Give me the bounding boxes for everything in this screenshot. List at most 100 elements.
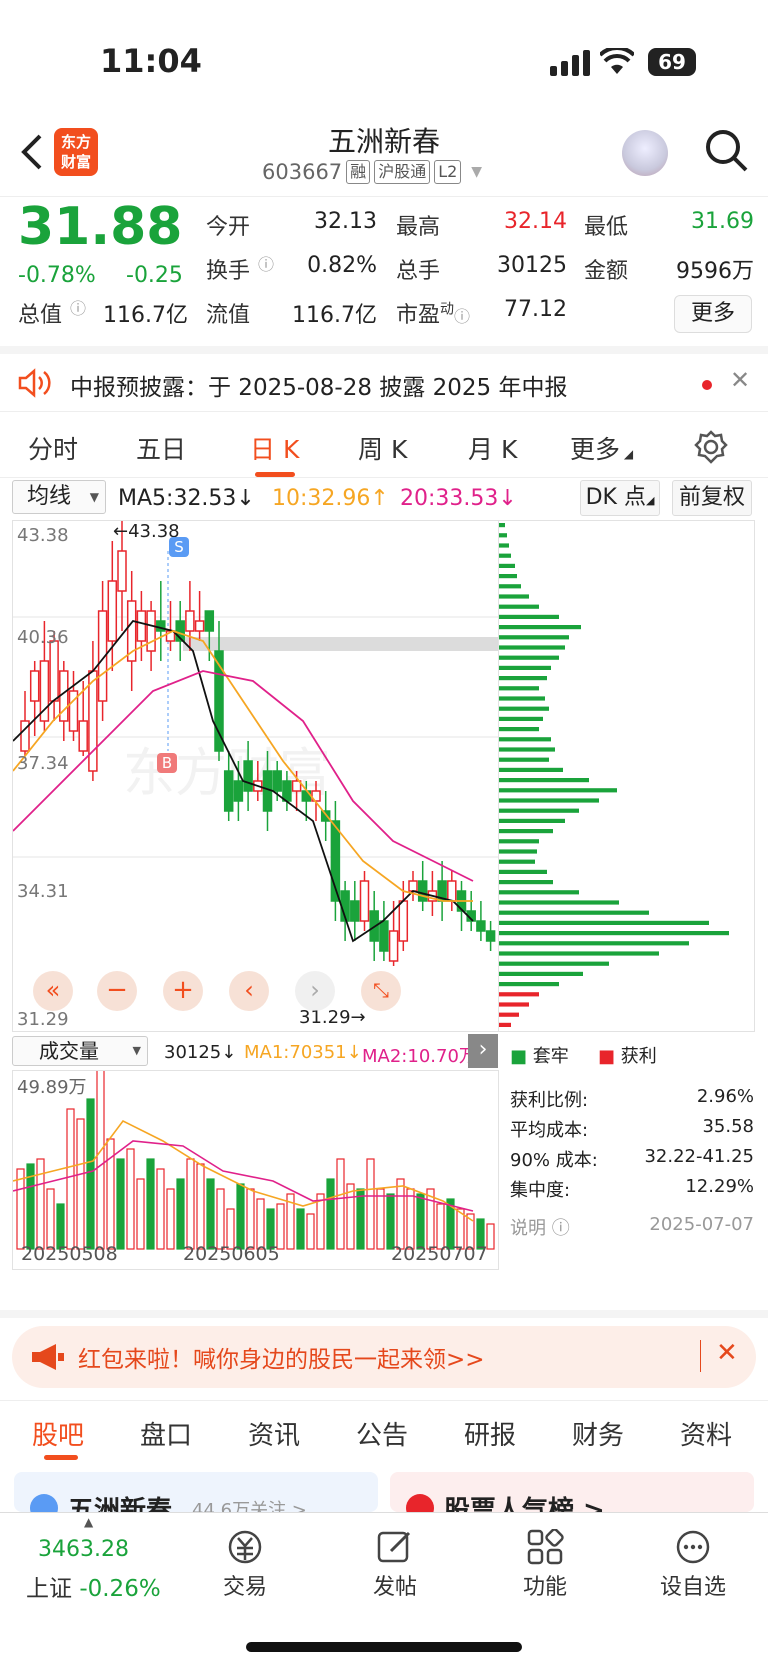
tab-guba[interactable]: 股吧 xyxy=(32,1415,84,1452)
stock-code-line[interactable]: 603667 融 沪股通 L2 ▼ xyxy=(262,160,482,184)
nav-add-watchlist[interactable]: 设自选 xyxy=(648,1519,738,1601)
candle-body xyxy=(476,920,486,932)
info-icon[interactable]: ⓘ xyxy=(454,307,470,326)
tab-monthly-k[interactable]: 月 K xyxy=(468,430,517,466)
candle-body xyxy=(350,900,360,922)
assistant-avatar[interactable] xyxy=(622,130,668,176)
volume-bar xyxy=(326,1178,335,1250)
candle-body xyxy=(320,810,331,822)
buy-marker[interactable]: B xyxy=(157,753,177,773)
chip-bar xyxy=(499,849,537,854)
chip-bar xyxy=(499,696,545,701)
chip-bar xyxy=(499,951,659,956)
notice-bar[interactable]: 中报预披露：于 2025-08-28 披露 2025 年中报 ✕ xyxy=(0,346,768,412)
tab-research[interactable]: 研报 xyxy=(464,1415,516,1452)
tab-weekly-k[interactable]: 周 K xyxy=(358,430,407,466)
chip-bar xyxy=(499,900,619,905)
volume-current: 30125↓ xyxy=(164,1042,237,1063)
popularity-card[interactable]: 股票人气榜 > xyxy=(390,1472,754,1512)
scroll-left-button[interactable]: ‹ xyxy=(229,971,269,1011)
chip-bar xyxy=(499,543,509,548)
open-value: 32.13 xyxy=(314,209,377,234)
kline-svg[interactable]: 东方财富 xyxy=(12,521,498,1031)
cost-90-row: 90% 成本: 32.22-41.25 xyxy=(510,1146,754,1171)
tab-news[interactable]: 资讯 xyxy=(248,1415,300,1452)
candle-body xyxy=(359,880,370,922)
tab-finance[interactable]: 财务 xyxy=(572,1415,624,1452)
chip-bar xyxy=(499,574,517,579)
kline-chart[interactable]: 东方财富 43.38 40.36 37.34 34.31 31.29 ←43.3… xyxy=(12,520,499,1032)
nav-trade[interactable]: 交易 xyxy=(200,1519,290,1601)
fullscreen-icon[interactable]: ⤡ xyxy=(361,971,401,1011)
chip-bar xyxy=(499,880,553,885)
tab-profile[interactable]: 资料 xyxy=(680,1415,732,1452)
volume-bar xyxy=(396,1178,405,1250)
nav-post[interactable]: 发帖 xyxy=(350,1519,440,1601)
scroll-right-button[interactable]: › xyxy=(295,971,335,1011)
chip-note-row[interactable]: 说明 ⓘ 2025-07-07 xyxy=(510,1214,754,1240)
concentration-row: 集中度: 12.29% xyxy=(510,1176,754,1201)
volume-bar xyxy=(486,1223,495,1250)
corner-arrow-icon: ◢ xyxy=(620,447,634,461)
tab-daily-k[interactable]: 日 K xyxy=(250,430,299,466)
index-line[interactable]: 上证 -0.26% xyxy=(26,1569,161,1603)
volume-bar xyxy=(336,1158,345,1250)
high-label: 最高 xyxy=(396,215,441,240)
tab-intraday[interactable]: 分时 xyxy=(28,430,78,466)
tab-five-day[interactable]: 五日 xyxy=(136,430,186,466)
candle-body xyxy=(136,610,147,642)
expand-indicator-button[interactable]: › xyxy=(468,1034,498,1068)
resistance-band xyxy=(183,637,498,651)
volume-bar xyxy=(166,1188,175,1250)
zoom-out-button[interactable]: − xyxy=(97,971,137,1011)
date-label-3: 20250707 xyxy=(391,1243,488,1265)
more-button[interactable]: 更多 xyxy=(674,295,752,333)
volume-bar xyxy=(156,1168,165,1250)
edit-icon xyxy=(377,1531,411,1563)
ma20-value: 20:33.53↓ xyxy=(400,486,517,511)
chip-bar xyxy=(499,982,559,987)
volume-bar xyxy=(366,1158,375,1250)
candle-body xyxy=(282,780,292,802)
quote-panel: 31.88 -0.78% -0.25 今开 32.13 最高 32.14 最低 … xyxy=(0,196,768,346)
volume-chart[interactable]: 49.89万 20250508 20250605 20250707 xyxy=(12,1068,499,1270)
chip-bar xyxy=(499,706,549,711)
candle-body xyxy=(379,920,389,952)
banner-text: 红包来啦！喊你身边的股民一起来领>> xyxy=(78,1347,485,1373)
high-value: 32.14 xyxy=(504,209,567,234)
tab-more[interactable]: 更多 ◢ xyxy=(570,430,633,466)
candle-body xyxy=(78,720,88,752)
sell-marker[interactable]: S xyxy=(169,537,189,557)
adjust-button[interactable]: 前复权 xyxy=(672,480,752,516)
tab-pankou[interactable]: 盘口 xyxy=(140,1415,192,1452)
chip-bar xyxy=(499,727,539,732)
pe-label: 市盈动ⓘ xyxy=(396,301,471,328)
candle-body xyxy=(223,770,234,812)
chip-bar xyxy=(499,961,609,966)
candle-body xyxy=(485,930,496,942)
chip-bar xyxy=(499,808,579,813)
chevron-down-icon: ▼ xyxy=(89,490,99,504)
y-label-4: 34.31 xyxy=(17,881,69,902)
indicator-select[interactable]: 均线 ▼ xyxy=(12,480,106,514)
volume-ma1: MA1:70351↓ xyxy=(244,1042,362,1063)
zoom-in-button[interactable]: + xyxy=(163,971,203,1011)
close-icon[interactable]: ✕ xyxy=(716,1338,738,1368)
chip-bar xyxy=(499,533,507,538)
chip-svg xyxy=(499,523,729,1027)
tab-announcements[interactable]: 公告 xyxy=(356,1415,408,1452)
search-icon[interactable] xyxy=(702,126,750,174)
info-icon[interactable]: ⓘ xyxy=(258,251,274,275)
index-value[interactable]: 3463.28 xyxy=(38,1537,129,1562)
chip-bar xyxy=(499,1022,511,1027)
promo-banner[interactable]: 红包来啦！喊你身边的股民一起来领>> ✕ xyxy=(12,1326,756,1388)
dk-point-button[interactable]: DK 点◢ xyxy=(580,480,660,516)
info-icon[interactable]: ⓘ xyxy=(70,295,86,319)
nav-functions[interactable]: 功能 xyxy=(500,1519,590,1601)
stock-bar-card[interactable]: 五洲新春 44.6万关注 > xyxy=(14,1472,378,1512)
scroll-left-fast-button[interactable]: « xyxy=(33,971,73,1011)
close-icon[interactable]: ✕ xyxy=(730,366,750,394)
volume-indicator-select[interactable]: 成交量 ▼ xyxy=(12,1036,148,1066)
low-label: 最低 xyxy=(584,215,629,240)
settings-icon[interactable] xyxy=(694,430,728,464)
